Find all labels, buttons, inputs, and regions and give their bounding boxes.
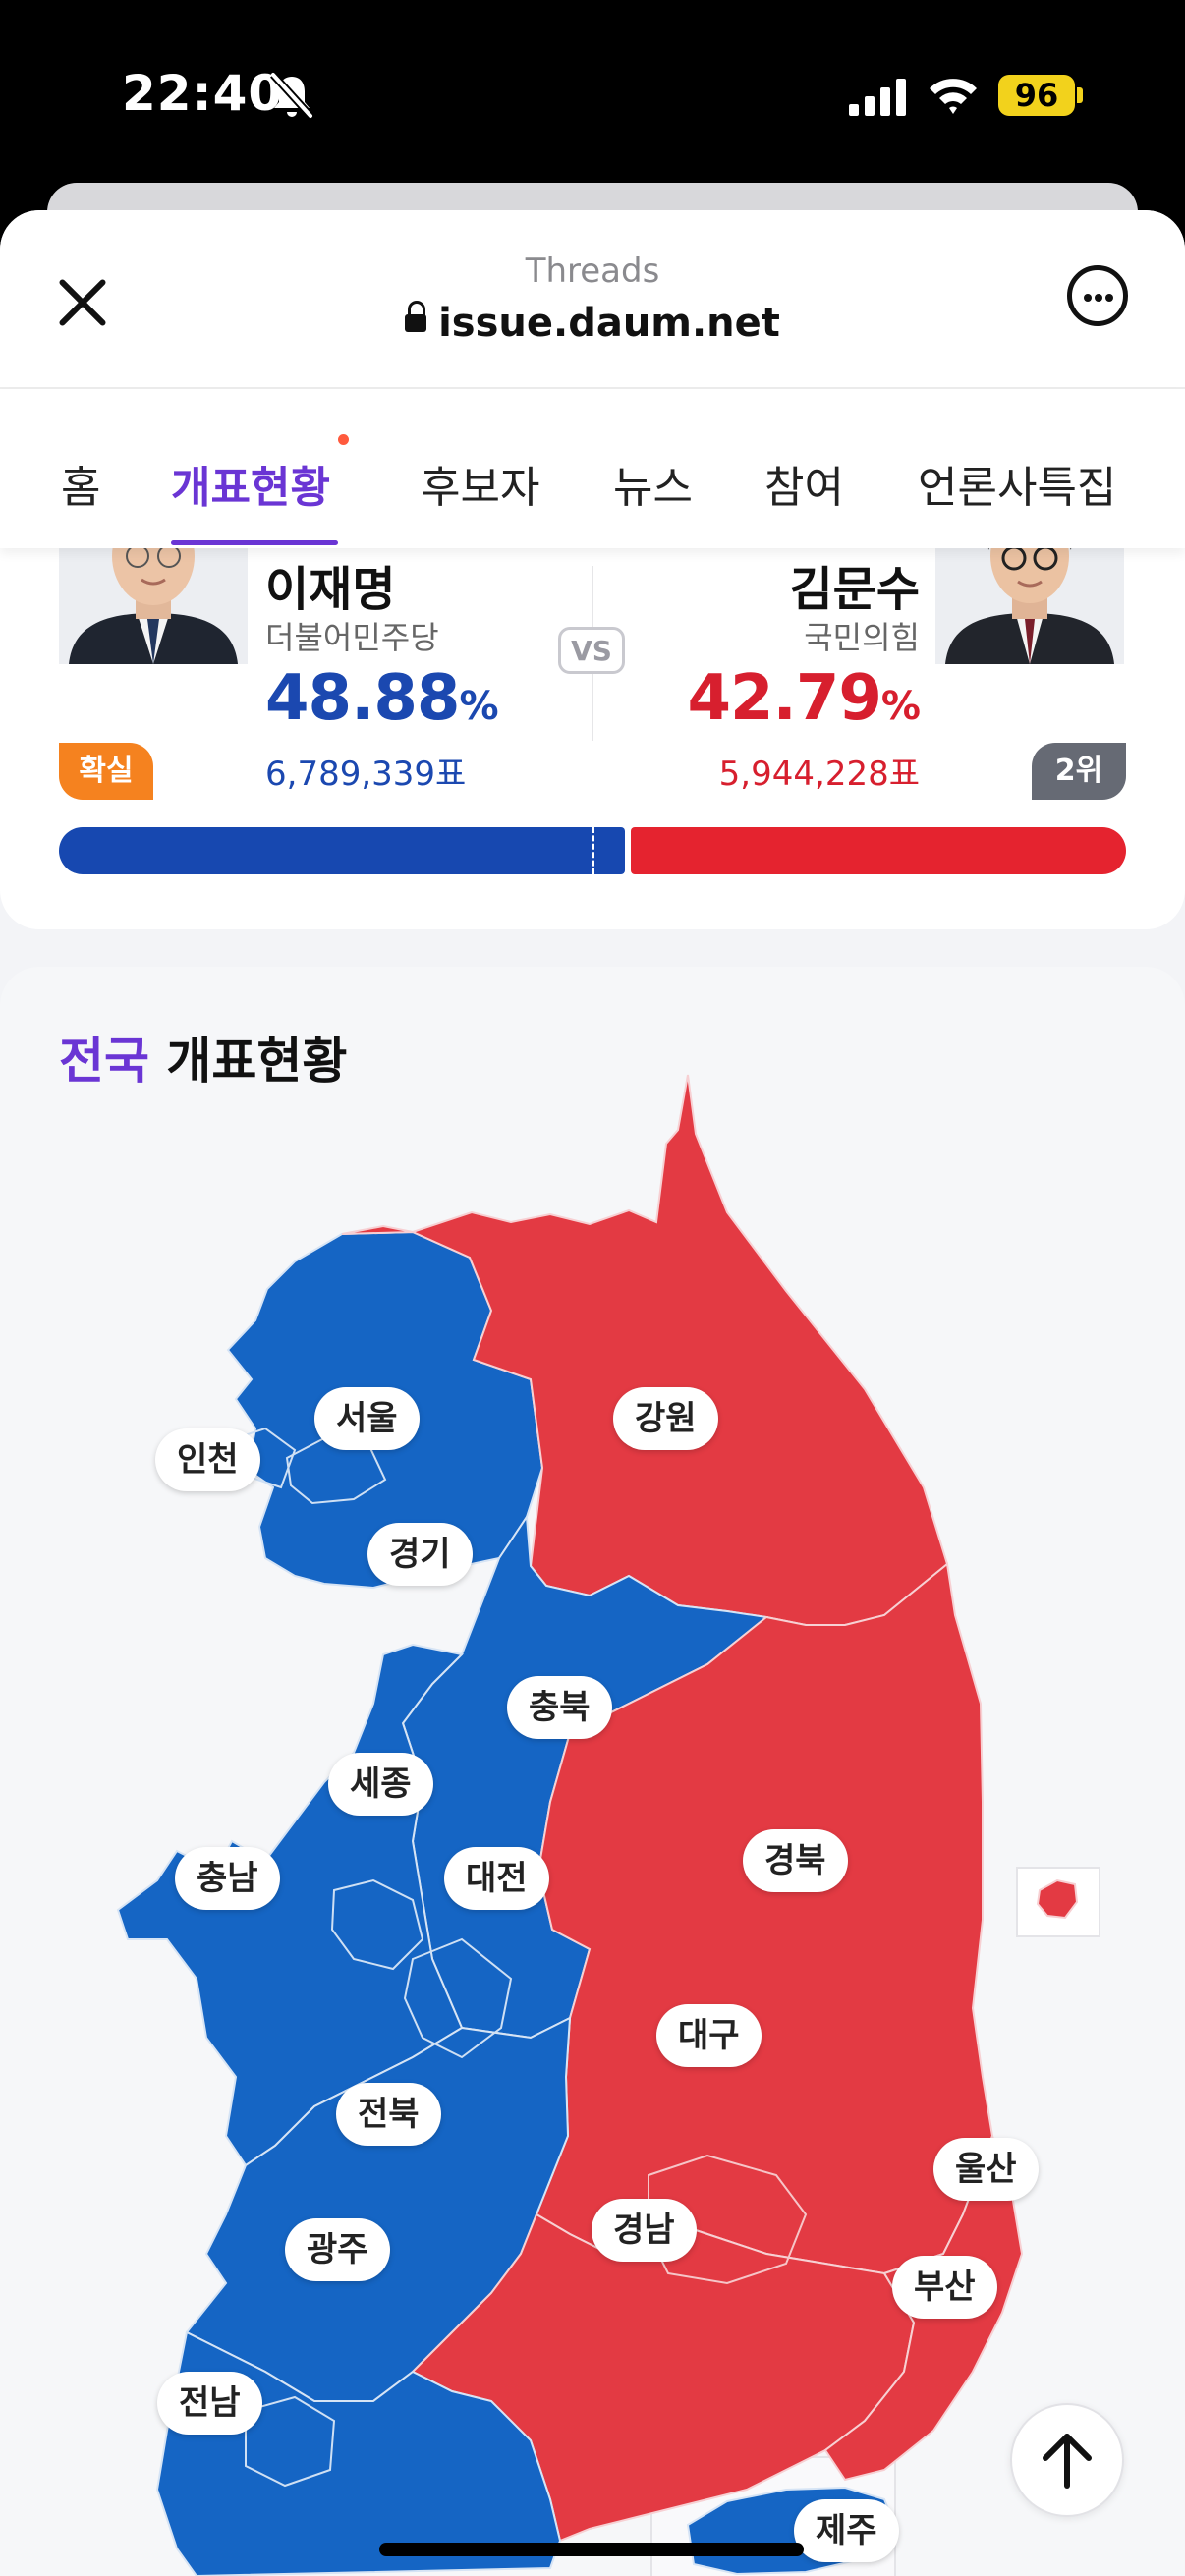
region-ulleung[interactable] (1036, 1878, 1079, 1920)
region-label-gwangju[interactable]: 광주 (285, 2218, 390, 2281)
region-label-sejong[interactable]: 세종 (328, 1753, 433, 1816)
region-label-gangwon[interactable]: 강원 (613, 1387, 718, 1450)
candidate-left-name: 이재명 (265, 562, 396, 617)
region-label-gyeonggi[interactable]: 경기 (367, 1523, 473, 1586)
status-bar: 22:40 96 (0, 0, 1185, 187)
wifi-icon (930, 79, 977, 114)
region-label-jeonnam[interactable]: 전남 (157, 2372, 262, 2435)
tab-candidates[interactable]: 후보자 (421, 452, 539, 515)
tab-home[interactable]: 홈 (61, 452, 100, 515)
candidate-right-percent-value: 42.79 (687, 662, 881, 735)
rank-badge: 2위 (1032, 743, 1126, 800)
tab-press-special[interactable]: 언론사특집 (918, 452, 1116, 515)
browser-sheet: Threads issue.daum.net 홈 개표현황 후보자 뉴스 참여 … (0, 210, 1185, 2576)
region-label-gyeongbuk[interactable]: 경북 (743, 1829, 848, 1892)
candidate-right-percent-unit: % (880, 684, 921, 729)
region-label-busan[interactable]: 부산 (892, 2256, 997, 2319)
region-label-daejeon[interactable]: 대전 (444, 1847, 549, 1910)
tab-bar: 홈 개표현황 후보자 뉴스 참여 언론사특집 (0, 389, 1185, 548)
candidate-left-percent: 48.88% (265, 662, 499, 735)
scroll-to-top-button[interactable] (1010, 2403, 1124, 2517)
region-label-jeonbuk[interactable]: 전북 (336, 2083, 441, 2146)
tab-participate[interactable]: 참여 (764, 452, 844, 515)
region-label-chungnam[interactable]: 충남 (175, 1847, 280, 1910)
new-indicator-dot (338, 434, 349, 445)
candidate-left-percent-value: 48.88 (265, 662, 460, 735)
candidate-left-party: 더불어민주당 (265, 619, 439, 656)
cellular-signal-icon (849, 79, 906, 116)
home-indicator (379, 2543, 804, 2556)
region-label-seoul[interactable]: 서울 (314, 1387, 420, 1450)
region-label-ulsan[interactable]: 울산 (933, 2138, 1039, 2201)
confirmed-badge: 확실 (59, 743, 153, 800)
silent-bell-icon (270, 72, 313, 119)
battery-nub (1077, 87, 1083, 103)
region-label-chungbuk[interactable]: 충북 (507, 1676, 612, 1739)
active-tab-underline (171, 540, 338, 545)
tab-news[interactable]: 뉴스 (613, 452, 693, 515)
battery-indicator: 96 (998, 75, 1075, 116)
region-label-jeju[interactable]: 제주 (794, 2499, 899, 2562)
tab-vote-count[interactable]: 개표현황 (171, 452, 330, 515)
region-label-incheon[interactable]: 인천 (155, 1428, 260, 1491)
region-label-gyeongnam[interactable]: 경남 (592, 2199, 697, 2262)
candidate-right-percent: 42.79% (687, 662, 921, 735)
candidate-left-percent-unit: % (459, 684, 498, 729)
candidate-right-party: 국민의힘 (804, 619, 920, 656)
candidate-right-name: 김문수 (789, 562, 920, 617)
status-time: 22:40 (122, 65, 284, 122)
arrow-up-icon (1043, 2434, 1092, 2489)
candidate-left-votes: 6,789,339표 (265, 755, 467, 794)
candidate-right-votes: 5,944,228표 (718, 755, 920, 794)
region-label-daegu[interactable]: 대구 (656, 2004, 762, 2067)
